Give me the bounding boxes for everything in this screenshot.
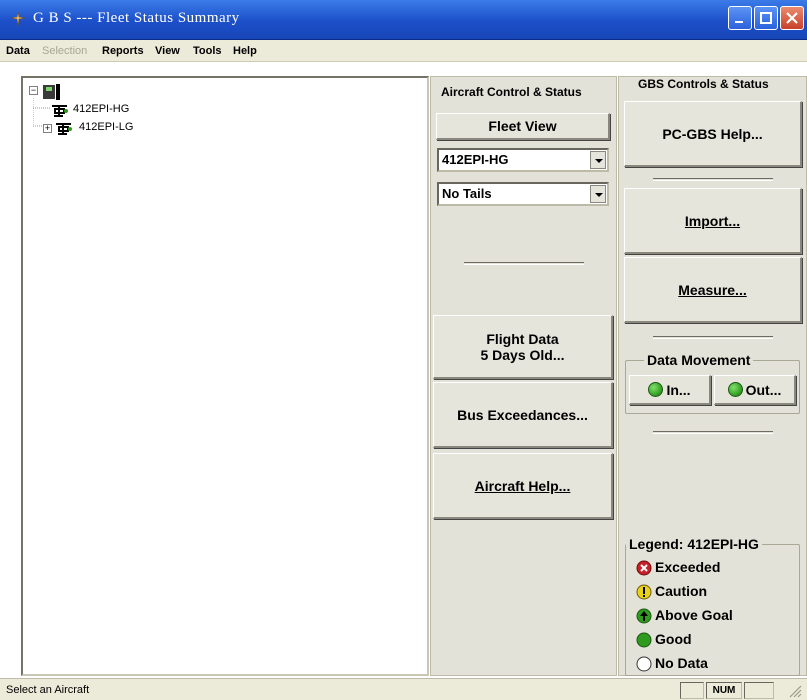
x-circle-icon: [636, 560, 652, 576]
fleet-view-button[interactable]: Fleet View: [436, 113, 610, 140]
legend-good: Good: [636, 631, 692, 651]
chevron-down-icon[interactable]: [590, 151, 606, 169]
tails-select-value: No Tails: [442, 186, 492, 201]
status-cell-empty: [744, 682, 774, 699]
legend-caution: Caution: [636, 583, 707, 603]
aircraft-tree[interactable]: − 412EPI-HG + 412EPI-LG: [21, 76, 429, 676]
measure-button[interactable]: Measure...: [624, 257, 802, 323]
minimize-button[interactable]: [728, 6, 752, 30]
menu-view[interactable]: View: [155, 45, 180, 57]
legend-title: Legend: 412EPI-HG: [626, 536, 762, 552]
minimize-icon: [735, 21, 743, 23]
legend-label: No Data: [655, 655, 708, 671]
aircraft-icon: [52, 105, 68, 117]
aircraft-control-panel: Aircraft Control & Status Fleet View 412…: [430, 76, 617, 676]
legend-label: Exceeded: [655, 559, 721, 575]
menu-reports[interactable]: Reports: [102, 45, 144, 57]
tree-item-label: 412EPI-LG: [79, 121, 134, 133]
tails-select[interactable]: No Tails: [437, 182, 609, 206]
flight-data-button[interactable]: Flight Data 5 Days Old...: [433, 315, 613, 379]
arrow-up-circle-icon: [636, 608, 652, 624]
window-title: G B S --- Fleet Status Summary: [33, 10, 240, 26]
legend-exceeded: Exceeded: [636, 559, 720, 579]
legend-label: Above Goal: [655, 607, 733, 623]
menu-tools[interactable]: Tools: [193, 45, 222, 57]
menu-selection[interactable]: Selection: [42, 45, 87, 57]
data-out-label: Out...: [745, 381, 782, 398]
menu-help[interactable]: Help: [233, 45, 257, 57]
tree-item-label: 412EPI-HG: [73, 103, 130, 115]
num-lock-indicator: NUM: [706, 682, 742, 699]
legend-label: Caution: [655, 583, 708, 599]
aircraft-panel-title: Aircraft Control & Status: [441, 85, 582, 99]
tree-expand-icon[interactable]: +: [43, 124, 52, 133]
aircraft-help-button[interactable]: Aircraft Help...: [433, 453, 613, 519]
green-status-icon: [648, 382, 664, 397]
close-button[interactable]: [780, 6, 804, 30]
tree-collapse-icon[interactable]: −: [29, 86, 38, 95]
separator: [653, 178, 773, 181]
green-circle-icon: [636, 632, 652, 648]
aircraft-select[interactable]: 412EPI-HG: [437, 148, 609, 172]
gbs-app-icon: [10, 11, 26, 27]
chevron-down-icon[interactable]: [590, 185, 606, 203]
separator: [464, 262, 584, 265]
resize-grip-icon[interactable]: [788, 684, 802, 698]
title-bar[interactable]: G B S --- Fleet Status Summary: [0, 0, 807, 40]
aircraft-select-value: 412EPI-HG: [442, 152, 509, 167]
bus-exceedances-button[interactable]: Bus Exceedances...: [433, 382, 613, 448]
legend-no-data: No Data: [636, 655, 708, 675]
status-text: Select an Aircraft: [6, 684, 90, 696]
menu-bar: Data Selection Reports View Tools Help: [0, 40, 807, 62]
data-movement-group: Data Movement In... Out...: [625, 352, 800, 414]
flight-data-line2: 5 Days Old...: [480, 346, 565, 363]
menu-data[interactable]: Data: [6, 45, 30, 57]
pc-gbs-help-button[interactable]: PC-GBS Help...: [624, 101, 802, 167]
exclamation-circle-icon: [636, 584, 652, 600]
maximize-icon: [760, 12, 772, 24]
close-icon: [786, 12, 798, 24]
status-bar: Select an Aircraft NUM: [0, 678, 807, 700]
legend-above-goal: Above Goal: [636, 607, 733, 627]
legend-group: Legend: 412EPI-HG Exceeded Caution Above…: [625, 536, 800, 676]
maximize-button[interactable]: [754, 6, 778, 30]
data-in-label: In...: [666, 381, 691, 398]
import-button[interactable]: Import...: [624, 188, 802, 254]
legend-label: Good: [655, 631, 692, 647]
data-in-button[interactable]: In...: [629, 375, 711, 405]
separator: [653, 336, 773, 339]
flight-data-line1: Flight Data: [486, 330, 559, 347]
status-cell-empty: [680, 682, 704, 699]
data-out-button[interactable]: Out...: [714, 375, 796, 405]
empty-circle-icon: [636, 656, 652, 672]
green-status-icon: [727, 382, 743, 397]
gbs-control-panel: GBS Controls & Status PC-GBS Help... Imp…: [618, 76, 807, 676]
separator: [653, 431, 773, 434]
gbs-panel-title: GBS Controls & Status: [638, 77, 769, 91]
data-movement-title: Data Movement: [644, 352, 754, 368]
aircraft-icon: [56, 123, 72, 135]
